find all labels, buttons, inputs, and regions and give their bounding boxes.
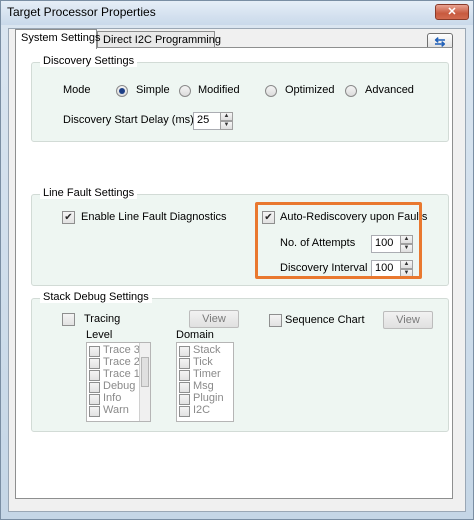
group-label: Line Fault Settings (40, 187, 138, 199)
tracing-label[interactable]: Tracing (84, 313, 120, 325)
mode-optimized-label[interactable]: Optimized (285, 84, 335, 96)
list-item-label: I2C (193, 404, 211, 416)
spin-up-icon[interactable]: ▲ (220, 112, 233, 121)
list-item-label: Trace 3 (103, 344, 140, 356)
level-list-scrollbar[interactable] (139, 343, 150, 421)
mode-modified-radio[interactable] (179, 85, 191, 97)
sequence-chart-checkbox[interactable] (269, 314, 282, 327)
sequence-chart-label[interactable]: Sequence Chart (285, 314, 365, 326)
list-item-label: Plugin (193, 392, 224, 404)
tab-system-settings[interactable]: System Settings (15, 29, 101, 49)
line-fault-settings-group: Line Fault Settings ✔ Enable Line Fault … (31, 187, 449, 286)
level-label: Level (86, 329, 113, 341)
mode-advanced-label[interactable]: Advanced (365, 84, 414, 96)
list-item-label: Timer (193, 368, 221, 380)
scroll-thumb[interactable] (141, 357, 149, 387)
enable-line-fault-label[interactable]: Enable Line Fault Diagnostics (81, 211, 227, 223)
tracing-checkbox[interactable] (62, 313, 75, 326)
list-item-checkbox[interactable] (179, 394, 190, 405)
close-icon: ✕ (447, 6, 457, 18)
discovery-settings-group: Discovery Settings Mode Simple Modified … (31, 55, 449, 142)
list-item-checkbox[interactable] (179, 370, 190, 381)
auto-rediscovery-highlight (255, 202, 422, 279)
sequence-view-button[interactable]: View (383, 311, 433, 329)
stack-debug-settings-group: Stack Debug Settings Tracing View Sequen… (31, 291, 449, 432)
system-settings-panel: Discovery Settings Mode Simple Modified … (15, 47, 453, 499)
domain-label: Domain (176, 329, 214, 341)
list-item-checkbox[interactable] (89, 382, 100, 393)
mode-optimized-radio[interactable] (265, 85, 277, 97)
window-title: Target Processor Properties (7, 5, 156, 19)
list-item-checkbox[interactable] (179, 346, 190, 357)
start-delay-stepper[interactable]: 25 ▲ ▼ (193, 112, 233, 130)
list-item-checkbox[interactable] (89, 406, 100, 417)
list-item-checkbox[interactable] (89, 370, 100, 381)
list-item-checkbox[interactable] (179, 382, 190, 393)
tab-label: Direct I2C Programming (103, 34, 221, 46)
domain-list[interactable]: Stack Tick Timer Msg Plugin I2C (176, 342, 234, 422)
mode-simple-label[interactable]: Simple (136, 84, 170, 96)
title-bar[interactable]: Target Processor Properties ✕ (1, 1, 473, 25)
list-item-label: Warn (103, 404, 129, 416)
group-label: Stack Debug Settings (40, 291, 152, 303)
list-item-checkbox[interactable] (179, 406, 190, 417)
list-item-label: Debug (103, 380, 136, 392)
tab-label: System Settings (21, 32, 101, 44)
list-item-label: Tick (193, 356, 213, 368)
tracing-view-button[interactable]: View (189, 310, 239, 328)
list-item-checkbox[interactable] (89, 346, 100, 357)
mode-advanced-radio[interactable] (345, 85, 357, 97)
list-item-label: Trace 1 (103, 368, 140, 380)
mode-label: Mode (63, 84, 91, 96)
close-button[interactable]: ✕ (435, 4, 469, 20)
list-item-label: Stack (193, 344, 221, 356)
list-item-checkbox[interactable] (179, 358, 190, 369)
level-list[interactable]: Trace 3 Trace 2 Trace 1 Debug Info Warn (86, 342, 151, 422)
start-delay-label: Discovery Start Delay (ms) (63, 114, 194, 126)
spin-down-icon[interactable]: ▼ (220, 121, 233, 130)
list-item-label: Info (103, 392, 122, 404)
dialog-client-area: System Settings Direct I2C Programming ⇆… (8, 28, 466, 512)
mode-modified-label[interactable]: Modified (198, 84, 240, 96)
list-item-label: Trace 2 (103, 356, 140, 368)
list-item-checkbox[interactable] (89, 358, 100, 369)
properties-window: Target Processor Properties ✕ System Set… (0, 0, 474, 520)
enable-line-fault-checkbox[interactable]: ✔ (62, 211, 75, 224)
list-item-label: Msg (193, 380, 214, 392)
group-label: Discovery Settings (40, 55, 138, 67)
start-delay-field[interactable]: 25 (193, 112, 221, 130)
mode-simple-radio[interactable] (116, 85, 128, 97)
list-item-checkbox[interactable] (89, 394, 100, 405)
